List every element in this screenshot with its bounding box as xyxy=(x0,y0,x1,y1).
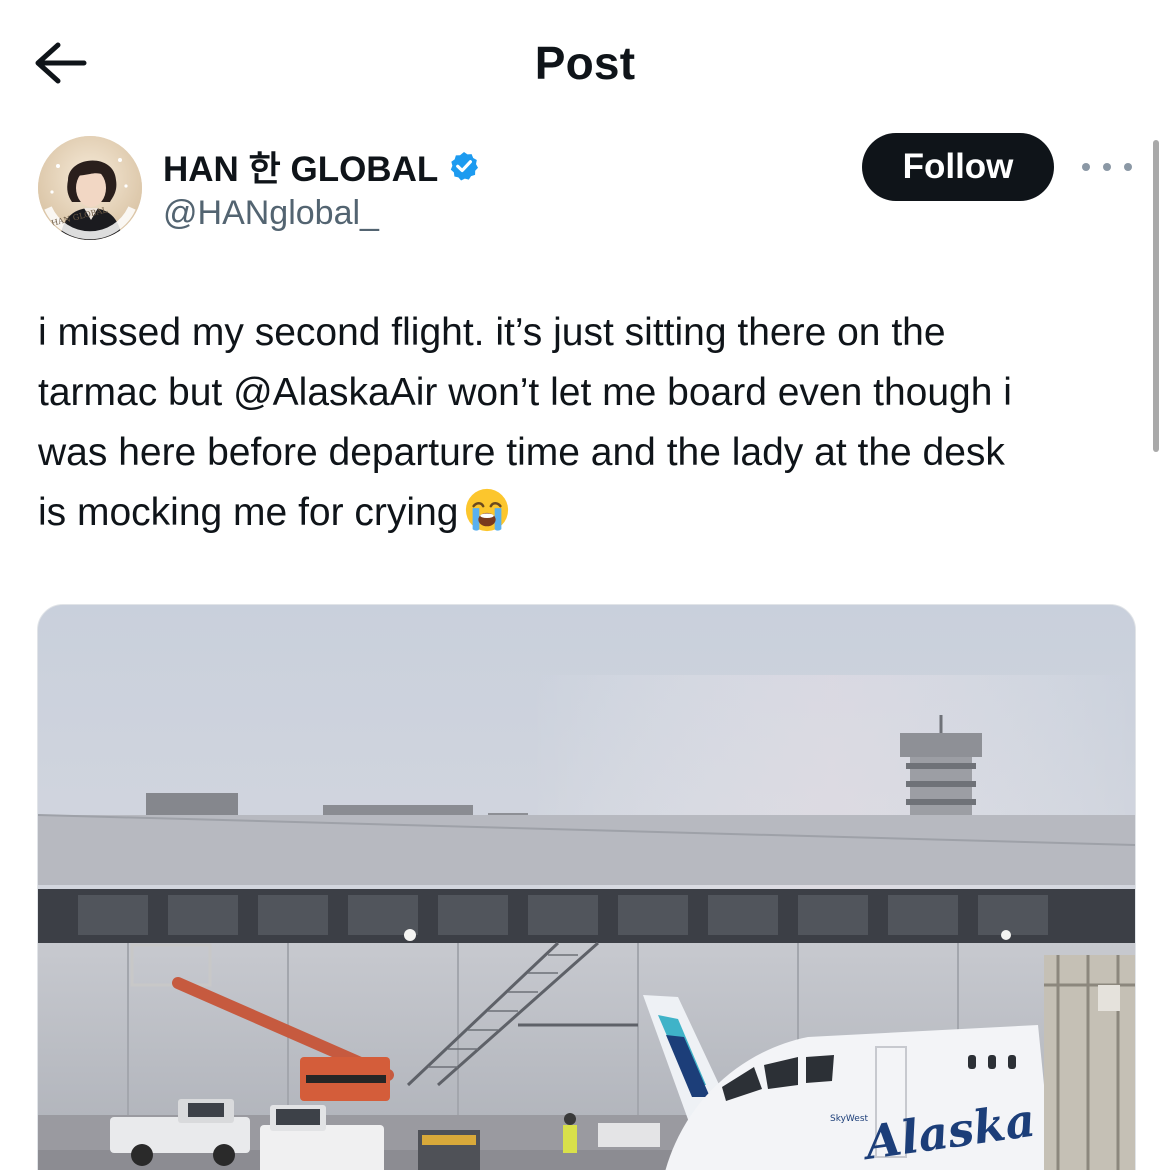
tweet-line: was here before departure time and the l… xyxy=(38,431,1005,474)
verified-badge-icon xyxy=(451,152,479,181)
top-bar: Post xyxy=(0,0,1170,125)
more-dots-icon xyxy=(1082,163,1090,171)
page-title: Post xyxy=(534,37,636,89)
author-name[interactable]: HAN 한 GLOBAL xyxy=(163,141,438,192)
loudly-crying-face-icon xyxy=(466,488,509,532)
author-name-row: HAN 한 GLOBAL xyxy=(163,146,480,189)
more-dots-icon xyxy=(1103,163,1111,171)
avatar[interactable]: HAN GLOBAL xyxy=(38,136,142,240)
tweet-text: i missed my second flight. it’s just sit… xyxy=(38,303,1128,543)
tweet-line: i missed my second flight. it’s just sit… xyxy=(38,311,946,354)
tweet-line: tarmac but @AlaskaAir won’t let me board… xyxy=(38,371,1012,414)
tweet-photo[interactable]: Alaska SkyWest xyxy=(37,604,1136,1170)
follow-button[interactable]: Follow xyxy=(862,133,1054,201)
more-dots-icon xyxy=(1124,163,1132,171)
tweet-line: is mocking me for crying xyxy=(38,483,1128,543)
plane-small-text: SkyWest xyxy=(830,1114,869,1124)
post-page: Post HAN GLOBAL HAN 한 GLOBAL @HANglobal_… xyxy=(0,0,1170,1170)
author-handle[interactable]: @HANglobal_ xyxy=(163,194,379,233)
more-options-button[interactable] xyxy=(1082,150,1132,184)
tweet-line-text: is mocking me for crying xyxy=(38,491,459,534)
scrollbar[interactable] xyxy=(1153,140,1159,452)
